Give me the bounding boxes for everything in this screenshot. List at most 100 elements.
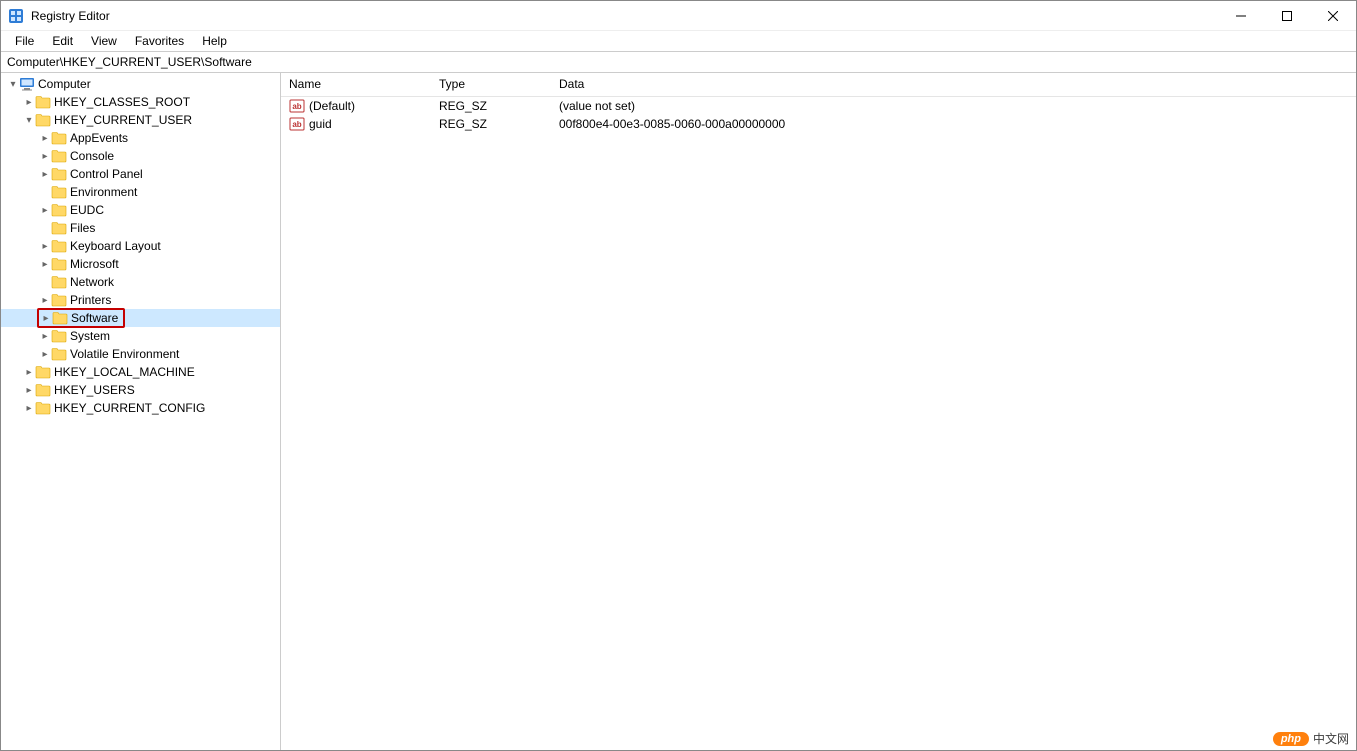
tree-item-label: Microsoft <box>70 257 123 271</box>
title-bar[interactable]: Registry Editor <box>1 1 1356 31</box>
expand-arrow-icon[interactable]: ▸ <box>23 385 35 396</box>
folder-icon <box>51 238 67 254</box>
tree-item-label: AppEvents <box>70 131 132 145</box>
tree-key-eudc[interactable]: ▸ EUDC <box>1 201 280 219</box>
tree-key-printers[interactable]: ▸ Printers <box>1 291 280 309</box>
tree-item-label: HKEY_USERS <box>54 383 139 397</box>
computer-icon <box>19 76 35 92</box>
folder-icon <box>35 400 51 416</box>
close-button[interactable] <box>1310 1 1356 31</box>
expand-arrow-icon[interactable]: ▸ <box>39 169 51 180</box>
tree-item-label: System <box>70 329 114 343</box>
folder-icon <box>51 220 67 236</box>
watermark-badge: php <box>1273 732 1309 746</box>
tree-pane[interactable]: ▾Computer▸HKEY_CLASSES_ROOT▾HKEY_CURRENT… <box>1 73 281 750</box>
tree-hive-hkey-current-user[interactable]: ▾ HKEY_CURRENT_USER <box>1 111 280 129</box>
value-data: 00f800e4-00e3-0085-0060-000a00000000 <box>551 117 1356 131</box>
tree-hive-hkey-classes-root[interactable]: ▸ HKEY_CLASSES_ROOT <box>1 93 280 111</box>
folder-icon <box>51 274 67 290</box>
expand-arrow-icon[interactable]: ▸ <box>23 403 35 414</box>
registry-editor-window: Registry Editor File Edit View Favorites… <box>0 0 1357 751</box>
tree-item-label: HKEY_CLASSES_ROOT <box>54 95 194 109</box>
string-value-icon <box>289 98 305 114</box>
menu-view[interactable]: View <box>83 32 125 50</box>
expand-arrow-icon[interactable]: ▸ <box>39 331 51 342</box>
tree-key-volatile-environment[interactable]: ▸ Volatile Environment <box>1 345 280 363</box>
maximize-button[interactable] <box>1264 1 1310 31</box>
menu-file[interactable]: File <box>7 32 42 50</box>
folder-icon <box>52 310 68 326</box>
tree-item-label: EUDC <box>70 203 108 217</box>
expand-arrow-icon[interactable]: ▸ <box>39 295 51 306</box>
tree-key-keyboard-layout[interactable]: ▸ Keyboard Layout <box>1 237 280 255</box>
tree-item-label: Software <box>71 311 122 325</box>
column-name[interactable]: Name <box>281 73 431 96</box>
tree-key-appevents[interactable]: ▸ AppEvents <box>1 129 280 147</box>
tree-key-control-panel[interactable]: ▸ Control Panel <box>1 165 280 183</box>
value-name-cell: guid <box>281 116 431 132</box>
expand-arrow-icon[interactable]: ▸ <box>39 133 51 144</box>
list-header: Name Type Data <box>281 73 1356 97</box>
folder-icon <box>51 166 67 182</box>
menu-favorites[interactable]: Favorites <box>127 32 192 50</box>
list-body[interactable]: (Default)REG_SZ(value not set) guid REG_SZ… <box>281 97 1356 750</box>
expand-arrow-icon[interactable]: ▸ <box>39 205 51 216</box>
folder-icon <box>51 184 67 200</box>
minimize-button[interactable] <box>1218 1 1264 31</box>
address-bar <box>1 51 1356 73</box>
value-name: (Default) <box>309 99 355 113</box>
expand-arrow-icon[interactable]: ▾ <box>23 115 35 126</box>
value-row[interactable]: guid REG_SZ00f800e4-00e3-0085-0060-000a00… <box>281 115 1356 133</box>
expand-arrow-icon[interactable]: ▸ <box>23 367 35 378</box>
expand-arrow-icon[interactable]: ▸ <box>39 151 51 162</box>
tree-item-label: Control Panel <box>70 167 147 181</box>
tree-root-computer[interactable]: ▾ Computer <box>1 75 280 93</box>
folder-icon <box>35 364 51 380</box>
value-type: REG_SZ <box>431 117 551 131</box>
value-data: (value not set) <box>551 99 1356 113</box>
tree-key-network[interactable]: Network <box>1 273 280 291</box>
expand-arrow-icon[interactable]: ▸ <box>40 313 52 324</box>
expand-arrow-icon[interactable]: ▸ <box>23 97 35 108</box>
tree-hive-hkey-users[interactable]: ▸ HKEY_USERS <box>1 381 280 399</box>
expand-arrow-icon[interactable]: ▸ <box>39 349 51 360</box>
column-type[interactable]: Type <box>431 73 551 96</box>
tree-item-label: Computer <box>38 77 95 91</box>
tree-key-software[interactable]: ▸ Software <box>1 309 280 327</box>
value-name-cell: (Default) <box>281 98 431 114</box>
tree-item-label: Keyboard Layout <box>70 239 165 253</box>
tree-item-label: Volatile Environment <box>70 347 183 361</box>
expand-arrow-icon[interactable]: ▾ <box>7 79 19 90</box>
expand-arrow-icon[interactable]: ▸ <box>39 259 51 270</box>
tree-key-console[interactable]: ▸Console <box>1 147 280 165</box>
tree-key-microsoft[interactable]: ▸ Microsoft <box>1 255 280 273</box>
tree-item-label: Files <box>70 221 99 235</box>
tree-key-environment[interactable]: Environment <box>1 183 280 201</box>
tree-item-label: Printers <box>70 293 115 307</box>
tree-hive-hkey-current-config[interactable]: ▸ HKEY_CURRENT_CONFIG <box>1 399 280 417</box>
folder-icon <box>51 346 67 362</box>
tree-hive-hkey-local-machine[interactable]: ▸HKEY_LOCAL_MACHINE <box>1 363 280 381</box>
folder-icon <box>51 292 67 308</box>
column-data[interactable]: Data <box>551 73 1356 96</box>
value-name: guid <box>309 117 332 131</box>
expand-arrow-icon[interactable]: ▸ <box>39 241 51 252</box>
string-value-icon <box>289 116 305 132</box>
menu-bar: File Edit View Favorites Help <box>1 31 1356 51</box>
tree-key-files[interactable]: Files <box>1 219 280 237</box>
folder-icon <box>51 130 67 146</box>
folder-icon <box>35 382 51 398</box>
tree-item-label: Network <box>70 275 118 289</box>
client-area: ▾Computer▸HKEY_CLASSES_ROOT▾HKEY_CURRENT… <box>1 73 1356 750</box>
watermark: php 中文网 <box>1273 730 1349 747</box>
menu-help[interactable]: Help <box>194 32 235 50</box>
folder-icon <box>51 328 67 344</box>
regedit-icon <box>8 8 24 24</box>
menu-edit[interactable]: Edit <box>44 32 81 50</box>
tree-item-label: HKEY_CURRENT_USER <box>54 113 196 127</box>
tree-item-label: HKEY_CURRENT_CONFIG <box>54 401 209 415</box>
address-input[interactable] <box>7 53 1350 71</box>
value-row[interactable]: (Default)REG_SZ(value not set) <box>281 97 1356 115</box>
tree-key-system[interactable]: ▸ System <box>1 327 280 345</box>
folder-icon <box>35 112 51 128</box>
